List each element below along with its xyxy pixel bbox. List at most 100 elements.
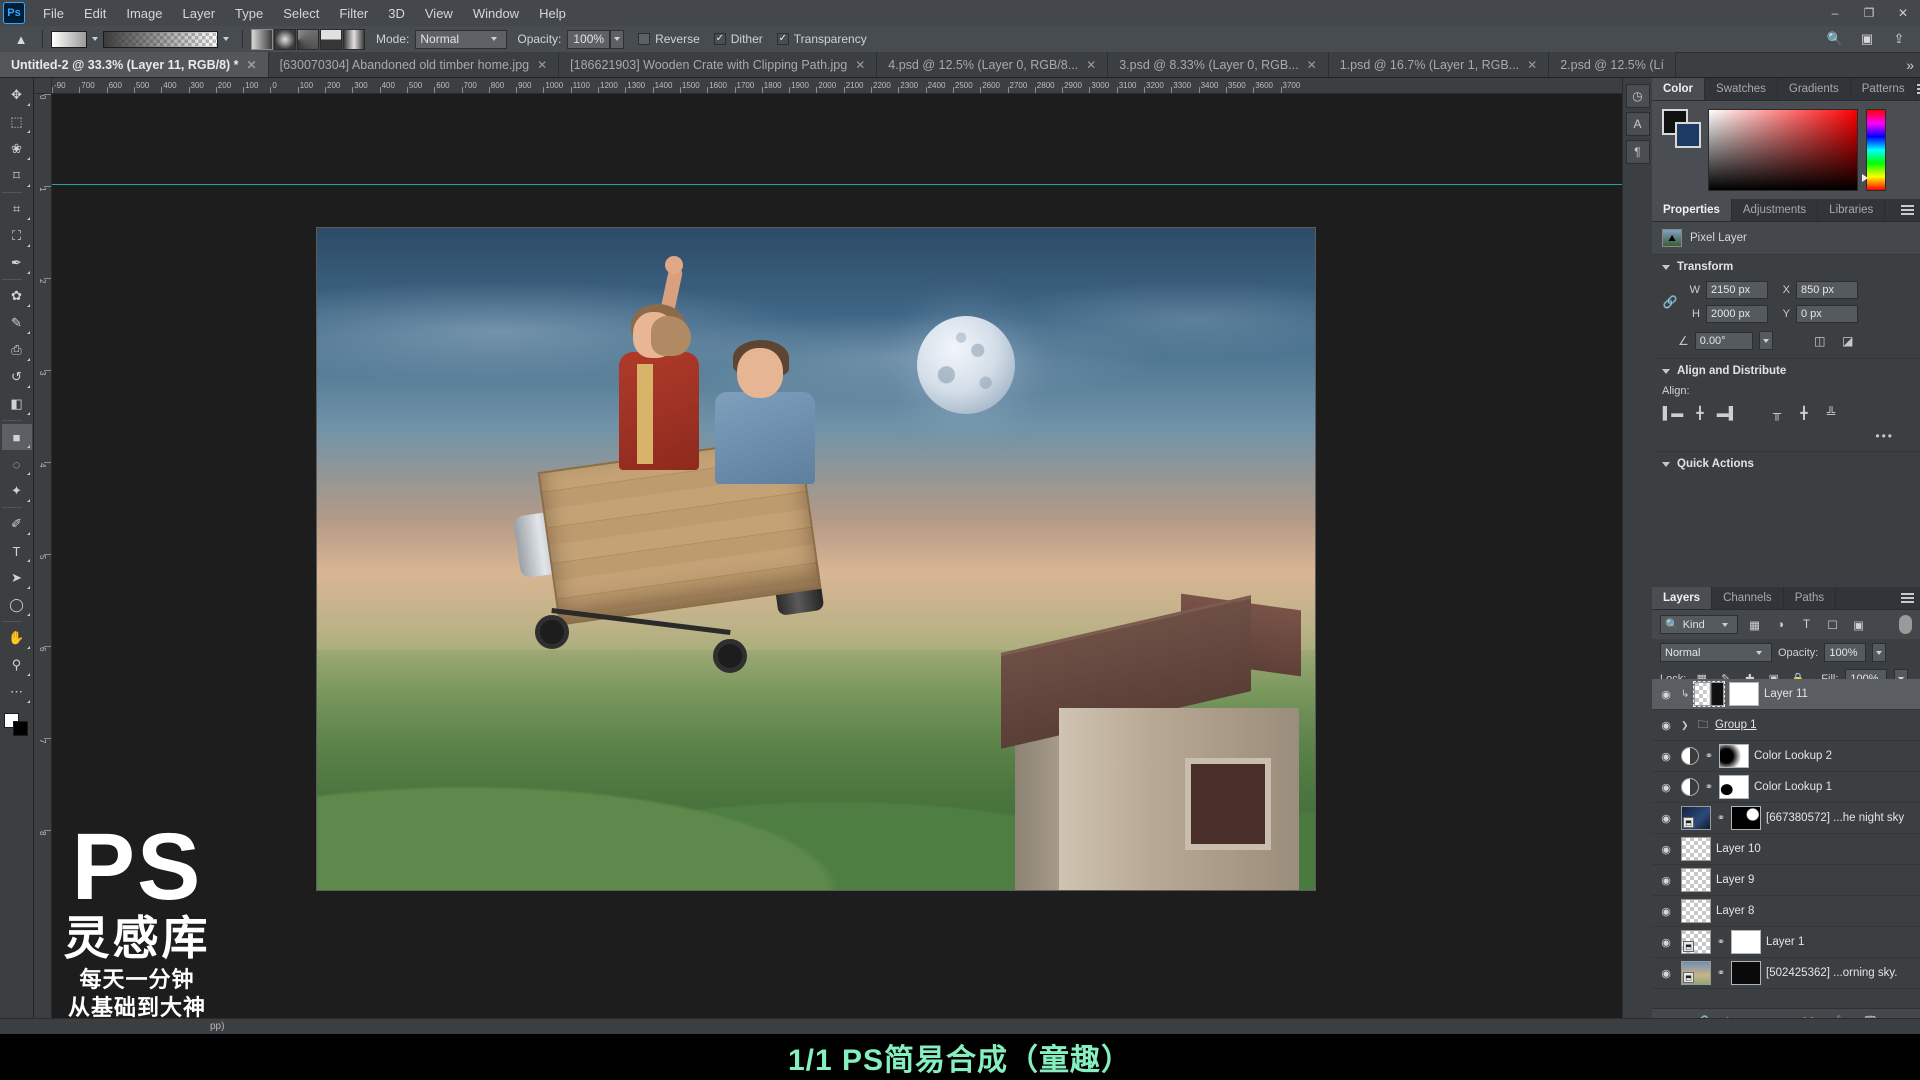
eraser-tool[interactable]: ◧ — [2, 391, 32, 417]
align-right-icon[interactable]: ▬▌ — [1716, 403, 1738, 423]
align-bottom-icon[interactable]: ╩ — [1820, 403, 1842, 423]
workspace-icon[interactable]: ▣ — [1856, 28, 1878, 50]
spot-healing-brush-tool[interactable]: ✿ — [2, 283, 32, 309]
adjustment-layer-icon[interactable] — [1681, 747, 1699, 765]
layer-visibility-icon[interactable]: ◉ — [1656, 719, 1676, 732]
reflected-gradient-button[interactable] — [320, 28, 342, 50]
search-icon[interactable]: 🔍 — [1824, 28, 1846, 50]
chevron-right-icon[interactable]: ❯ — [1681, 720, 1691, 731]
gradient-tool[interactable]: ■ — [1, 424, 32, 450]
layer-visibility-icon[interactable]: ◉ — [1656, 750, 1676, 763]
panel-menu-icon[interactable] — [1916, 78, 1920, 100]
hue-slider[interactable] — [1862, 109, 1886, 191]
link-mask-icon[interactable]: ⚭ — [1716, 813, 1726, 824]
layer-name[interactable]: [502425362] ...orning sky. — [1766, 967, 1898, 979]
filter-kind-select[interactable]: 🔍 Kind — [1660, 615, 1738, 634]
tab-swatches[interactable]: Swatches — [1705, 78, 1778, 100]
object-selection-tool[interactable]: ⌑ — [2, 163, 32, 189]
gradient-preview-swatch[interactable] — [51, 30, 87, 48]
shape-filter-icon[interactable]: ☐ — [1823, 615, 1842, 634]
type-filter-icon[interactable]: T — [1797, 615, 1816, 634]
panel-menu-icon[interactable] — [1894, 587, 1920, 609]
layer-mask-thumbnail[interactable] — [1731, 930, 1761, 954]
menu-type[interactable]: Type — [225, 3, 273, 24]
chevron-down-icon[interactable] — [223, 37, 229, 41]
document-tab[interactable]: 2.psd @ 12.5% (Lí — [1549, 52, 1676, 77]
tabs-overflow-button[interactable]: » — [1898, 52, 1920, 77]
blur-tool[interactable]: ◌ — [2, 451, 32, 477]
layer-thumbnail[interactable] — [1681, 837, 1711, 861]
tab-paths[interactable]: Paths — [1784, 587, 1837, 609]
layer-visibility-icon[interactable]: ◉ — [1656, 688, 1676, 701]
background-color-swatch[interactable] — [1675, 122, 1701, 148]
align-more-button[interactable]: ••• — [1652, 429, 1920, 451]
flip-horizontal-icon[interactable]: ◫ — [1809, 332, 1831, 350]
flip-vertical-icon[interactable]: ◪ — [1837, 332, 1859, 350]
x-input[interactable]: 850 px — [1796, 281, 1858, 299]
document-tab[interactable]: [186621903] Wooden Crate with Clipping P… — [559, 52, 878, 77]
height-input[interactable]: 2000 px — [1706, 305, 1768, 323]
layer-thumbnail[interactable] — [1681, 868, 1711, 892]
document-tab[interactable]: Untitled-2 @ 33.3% (Layer 11, RGB/8) * ✕ — [0, 52, 269, 77]
menu-image[interactable]: Image — [116, 3, 172, 24]
opacity-input[interactable]: 100% — [567, 29, 611, 49]
link-mask-icon[interactable]: ⚭ — [1716, 968, 1726, 979]
document-tab[interactable]: 1.psd @ 16.7% (Layer 1, RGB... ✕ — [1328, 52, 1550, 77]
layer-name[interactable]: Layer 10 — [1716, 843, 1761, 855]
foreground-background-color[interactable] — [3, 712, 31, 738]
layer-visibility-icon[interactable]: ◉ — [1656, 874, 1676, 887]
layer-row[interactable]: ◉ Layer 8 — [1652, 896, 1920, 927]
brush-tool[interactable]: ✎ — [2, 310, 32, 336]
align-left-icon[interactable]: ▌▬ — [1662, 403, 1684, 423]
layer-row[interactable]: ◉ ⬒ ⚭ Layer 1 — [1652, 927, 1920, 958]
tab-libraries[interactable]: Libraries — [1818, 199, 1886, 221]
clone-stamp-tool[interactable]: ⎙ — [2, 337, 32, 363]
tab-channels[interactable]: Channels — [1712, 587, 1784, 609]
diamond-gradient-button[interactable] — [343, 28, 365, 50]
document-tab[interactable]: 3.psd @ 8.33% (Layer 0, RGB... ✕ — [1108, 52, 1329, 77]
dither-checkbox[interactable]: ✓ Dither — [713, 32, 763, 46]
history-brush-tool[interactable]: ↺ — [2, 364, 32, 390]
eyedropper-tool[interactable]: ✒ — [2, 250, 32, 276]
align-section-header[interactable]: Align and Distribute — [1652, 358, 1920, 383]
close-button[interactable]: ✕ — [1886, 0, 1920, 26]
history-panel-icon[interactable]: ◷ — [1625, 84, 1650, 108]
vertical-ruler[interactable]: 0 1 2 3 4 5 6 7 8 — [34, 94, 52, 1034]
tab-patterns[interactable]: Patterns — [1851, 78, 1917, 100]
hand-tool[interactable]: ✋ — [2, 625, 32, 651]
layer-name[interactable]: Group 1 — [1715, 719, 1757, 731]
dodge-tool[interactable]: ✦ — [2, 478, 32, 504]
path-selection-tool[interactable]: ➤ — [2, 565, 32, 591]
menu-view[interactable]: View — [415, 3, 463, 24]
adjustment-filter-icon[interactable]: ◑ — [1771, 615, 1790, 634]
reverse-checkbox[interactable]: Reverse — [638, 32, 700, 46]
close-icon[interactable]: ✕ — [247, 58, 257, 72]
align-center-h-icon[interactable]: ╋ — [1689, 403, 1711, 423]
pen-tool[interactable]: ✐ — [2, 511, 32, 537]
background-color-swatch[interactable] — [12, 721, 28, 736]
canvas-area[interactable] — [52, 94, 1622, 1034]
layer-list[interactable]: ◉ ↳ Layer 11 ◉ ❯ 🗀 Group 1 ◉ ⚭ Color Lookup 2 ◉ ⚭ Co… — [1652, 679, 1920, 1008]
menu-select[interactable]: Select — [273, 3, 329, 24]
link-mask-icon[interactable]: ⚭ — [1704, 782, 1714, 793]
edit-toolbar-button[interactable]: ⋯ — [2, 679, 32, 705]
layer-thumbnail[interactable]: ⬒ — [1681, 806, 1711, 830]
filter-toggle-switch[interactable] — [1899, 615, 1912, 634]
layer-mask-thumbnail[interactable] — [1719, 744, 1749, 768]
paragraph-panel-icon[interactable]: ¶ — [1625, 140, 1650, 164]
horizontal-type-tool[interactable]: T — [2, 538, 32, 564]
layer-thumbnail[interactable] — [1693, 681, 1725, 707]
layer-thumbnail[interactable]: ⬒ — [1681, 961, 1711, 985]
y-input[interactable]: 0 px — [1796, 305, 1858, 323]
tab-gradients[interactable]: Gradients — [1778, 78, 1851, 100]
panel-menu-icon[interactable] — [1894, 199, 1920, 221]
frame-tool[interactable]: ⛶ — [2, 223, 32, 249]
layer-visibility-icon[interactable]: ◉ — [1656, 936, 1676, 949]
layer-name[interactable]: Layer 11 — [1764, 688, 1808, 700]
layer-visibility-icon[interactable]: ◉ — [1656, 812, 1676, 825]
layer-visibility-icon[interactable]: ◉ — [1656, 843, 1676, 856]
menu-file[interactable]: File — [33, 3, 74, 24]
home-icon[interactable]: ▲ — [8, 26, 34, 52]
layer-opacity-input[interactable]: 100% — [1824, 643, 1867, 662]
opacity-dropdown[interactable] — [610, 29, 625, 49]
